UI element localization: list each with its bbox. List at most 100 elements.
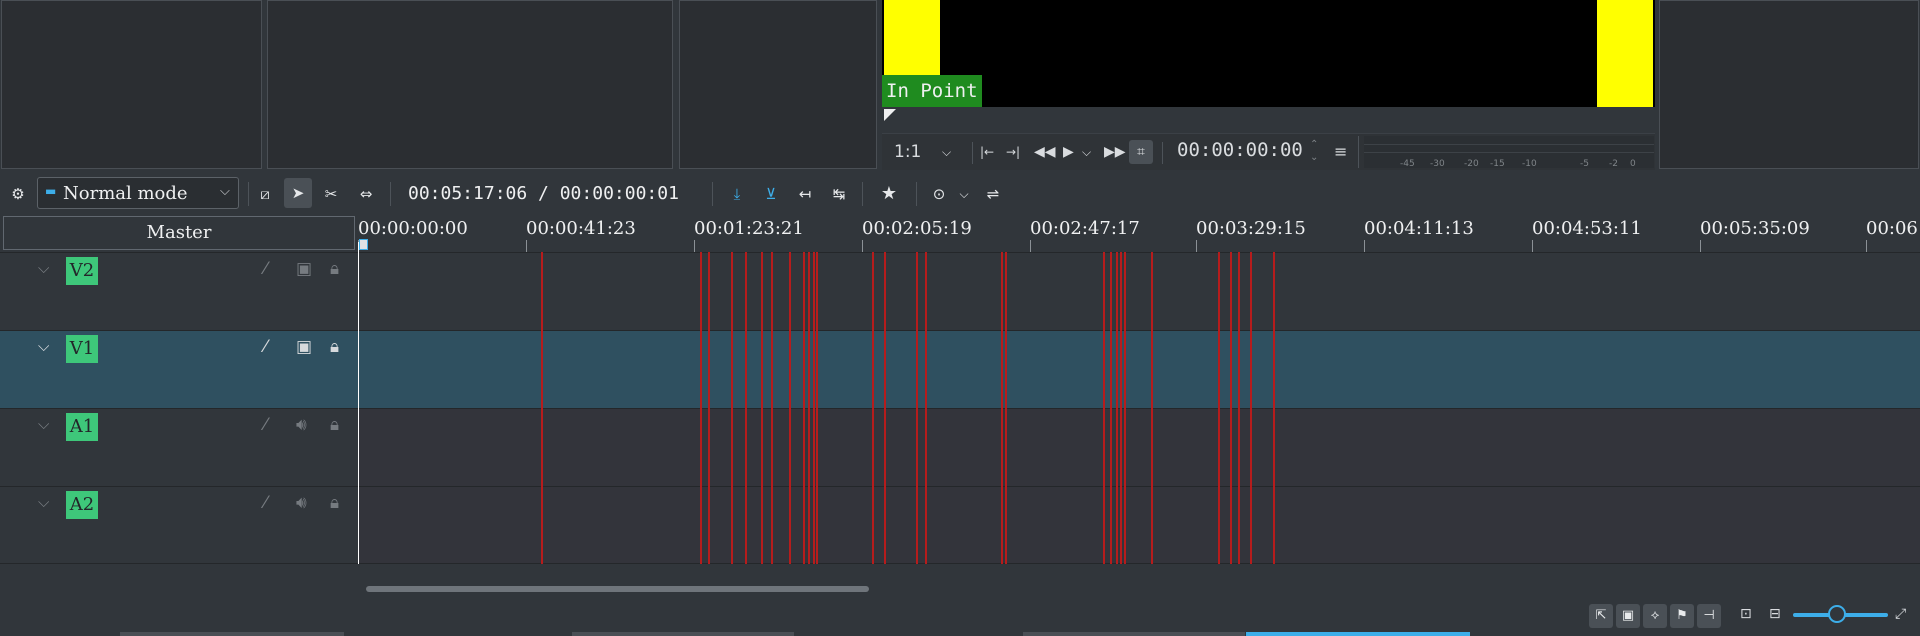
crop-icon[interactable]: ⌗ — [1129, 140, 1153, 164]
horizontal-scrollbar[interactable] — [366, 586, 869, 592]
guide-marker[interactable] — [700, 252, 702, 564]
zoom-slider-handle[interactable] — [1828, 605, 1846, 623]
track-v1[interactable]: ⌵ V1 ⁄ ▣ 🔒︎ — [0, 330, 1920, 408]
collapse-chevron-icon[interactable]: ⌵ — [38, 415, 49, 433]
lock-icon[interactable]: 🔒︎ — [330, 259, 339, 279]
spacer-tool-icon[interactable]: ⧄ — [254, 183, 276, 205]
guide-marker[interactable] — [1001, 252, 1003, 564]
show-waveforms-icon[interactable]: ⟡ — [1643, 604, 1667, 628]
guide-marker[interactable] — [1110, 252, 1112, 564]
guide-marker[interactable] — [745, 252, 747, 564]
guide-marker[interactable] — [1120, 252, 1122, 564]
chevron-down-icon[interactable]: ⌵ — [942, 142, 951, 162]
ruler-label: 00:04:53:11 — [1532, 218, 1642, 239]
effects-wand-icon[interactable]: ⁄ — [264, 259, 267, 279]
lift-icon[interactable]: ↤ — [794, 183, 816, 205]
use-proxy-icon[interactable]: ⇱ — [1589, 604, 1613, 628]
guide-marker[interactable] — [1116, 252, 1118, 564]
record-icon[interactable]: ⊙ — [928, 183, 950, 205]
rewind-icon[interactable]: ◀◀ — [1034, 142, 1056, 162]
guide-marker[interactable] — [731, 252, 733, 564]
playhead-marker-icon[interactable] — [359, 239, 368, 250]
snap-icon[interactable]: ⊣ — [1697, 604, 1721, 628]
monitor-timecode[interactable]: 00:00:00:00 — [1177, 140, 1303, 160]
guide-marker[interactable] — [872, 252, 874, 564]
show-thumbnails-icon[interactable]: ▣ — [1616, 604, 1640, 628]
collapse-chevron-icon[interactable]: ⌵ — [38, 493, 49, 511]
show-markers-icon[interactable]: ⚑ — [1670, 604, 1694, 628]
guide-marker[interactable] — [1273, 252, 1275, 564]
guide-marker[interactable] — [1151, 252, 1153, 564]
timeline-empty-area — [0, 565, 1920, 600]
play-options-chevron-icon[interactable]: ⌵ — [1082, 142, 1091, 162]
selection-tool-icon[interactable]: ➤ — [284, 178, 312, 208]
dock-tab-active[interactable] — [1246, 632, 1470, 636]
film-icon[interactable]: ▣ — [296, 337, 312, 357]
record-options-chevron-icon[interactable]: ⌵ — [956, 183, 972, 205]
set-zone-in-icon[interactable]: |← — [980, 142, 994, 162]
guide-marker[interactable] — [925, 252, 927, 564]
track-v2[interactable]: ⌵ V2 ⁄ ▣ 🔒︎ — [0, 252, 1920, 331]
guide-marker[interactable] — [803, 252, 805, 564]
guide-marker[interactable] — [789, 252, 791, 564]
speaker-icon[interactable]: 🔊︎ — [296, 415, 307, 435]
guide-marker[interactable] — [1103, 252, 1105, 564]
guide-marker[interactable] — [541, 252, 543, 564]
meter-tick: -2 — [1609, 159, 1618, 169]
forward-icon[interactable]: ▶▶ — [1104, 142, 1126, 162]
guide-marker[interactable] — [708, 252, 710, 564]
guide-marker[interactable] — [884, 252, 886, 564]
collapse-chevron-icon[interactable]: ⌵ — [38, 337, 49, 355]
guide-marker[interactable] — [808, 252, 810, 564]
lock-icon[interactable]: 🔒︎ — [330, 415, 339, 435]
playhead[interactable] — [358, 242, 359, 564]
guide-marker[interactable] — [761, 252, 763, 564]
favorite-star-icon[interactable]: ★ — [876, 183, 902, 205]
lock-icon[interactable]: 🔒︎ — [330, 493, 339, 513]
guide-marker[interactable] — [1250, 252, 1252, 564]
track-name: V2 — [66, 257, 98, 285]
track-a2[interactable]: ⌵ A2 ⁄ 🔊︎ 🔒︎ — [0, 486, 1920, 564]
guide-marker[interactable] — [1238, 252, 1240, 564]
effects-wand-icon[interactable]: ⁄ — [264, 493, 267, 513]
zoom-in-icon[interactable]: ⤢ — [1895, 606, 1906, 622]
dock-tab[interactable] — [1023, 632, 1245, 636]
zoom-out-icon[interactable]: ⊟ — [1769, 606, 1781, 622]
guide-marker[interactable] — [1230, 252, 1232, 564]
track-a1[interactable]: ⌵ A1 ⁄ 🔊︎ 🔒︎ — [0, 408, 1920, 486]
slip-tool-icon[interactable]: ⇔ — [354, 183, 378, 205]
audio-level-meter: -45 -30 -20 -15 -10 -5 -2 0 — [1364, 136, 1654, 169]
hamburger-menu-icon[interactable]: ≡ — [1334, 142, 1347, 162]
overwrite-clip-icon[interactable]: ⊻ — [760, 183, 782, 205]
razor-tool-icon[interactable]: ✂ — [320, 183, 342, 205]
film-icon[interactable]: ▣ — [296, 259, 312, 279]
effects-wand-icon[interactable]: ⁄ — [264, 415, 267, 435]
guide-marker[interactable] — [916, 252, 918, 564]
timeline-settings-icon[interactable]: ⚙ — [8, 183, 28, 205]
lock-icon[interactable]: 🔒︎ — [330, 337, 339, 357]
guide-marker[interactable] — [813, 252, 815, 564]
guide-marker[interactable] — [771, 252, 773, 564]
guide-marker[interactable] — [816, 252, 818, 564]
set-zone-out-icon[interactable]: →| — [1006, 142, 1020, 162]
timeline-ruler[interactable]: 00:00:00:00 00:00:41:23 00:01:23:21 00:0… — [358, 214, 1920, 252]
monitor-ruler[interactable] — [882, 107, 1655, 134]
track-header: ⌵ V2 ⁄ ▣ 🔒︎ — [0, 253, 358, 330]
speaker-icon[interactable]: 🔊︎ — [296, 493, 307, 513]
timecode-spin-icon[interactable]: ⌃ ⌄ — [1310, 138, 1318, 164]
dock-tab[interactable] — [120, 632, 344, 636]
edit-mode-select[interactable]: ▬ Normal mode ⌵ — [37, 177, 239, 209]
mixer-settings-icon[interactable]: ⇌ — [982, 183, 1004, 205]
extract-icon[interactable]: ↹ — [828, 183, 850, 205]
insert-clip-icon[interactable]: ⤓ — [726, 183, 748, 205]
dock-tab[interactable] — [572, 632, 794, 636]
effects-wand-icon[interactable]: ⁄ — [264, 337, 267, 357]
master-button[interactable]: Master — [3, 216, 355, 250]
zoom-ratio-select[interactable]: 1:1 — [894, 142, 921, 162]
guide-marker[interactable] — [1218, 252, 1220, 564]
play-icon[interactable]: ▶ — [1063, 142, 1074, 162]
collapse-chevron-icon[interactable]: ⌵ — [38, 259, 49, 277]
guide-marker[interactable] — [1005, 252, 1007, 564]
guide-marker[interactable] — [1124, 252, 1126, 564]
zoom-fit-icon[interactable]: ⊡ — [1740, 606, 1752, 622]
